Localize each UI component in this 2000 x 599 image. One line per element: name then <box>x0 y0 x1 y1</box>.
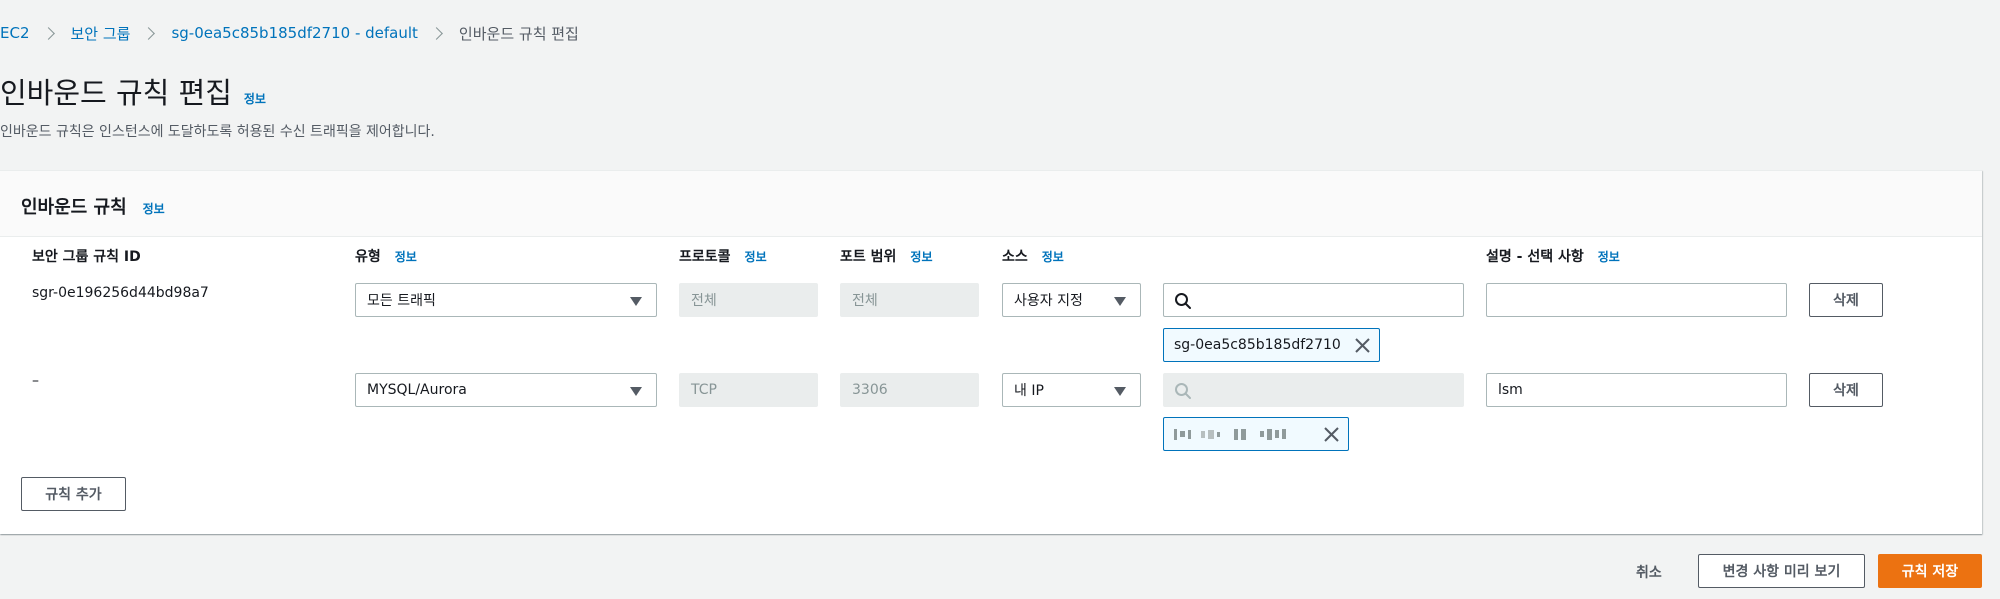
caret-down-icon <box>630 297 642 306</box>
search-icon <box>1175 293 1191 309</box>
panel-title: 인바운드 규칙 <box>21 197 127 218</box>
column-header-rule-id: 보안 그룹 규칙 ID <box>32 246 141 266</box>
source-type-value: 사용자 지정 <box>1014 293 1083 309</box>
column-header-source: 소스 정보 <box>1002 246 1064 266</box>
port-range-field: 3306 <box>840 373 979 407</box>
description-input[interactable]: lsm <box>1486 373 1787 407</box>
page-description: 인바운드 규칙은 인스턴스에 도달하도록 허용된 수신 트래픽을 제어합니다. <box>0 124 435 140</box>
source-token: sg-0ea5c85b185df2710 <box>1163 328 1380 362</box>
type-select[interactable]: 모든 트래픽 <box>355 283 657 317</box>
caret-down-icon <box>1114 297 1126 306</box>
add-rule-button[interactable]: 규칙 추가 <box>21 477 126 511</box>
redacted-ip-label <box>1174 428 1286 440</box>
column-header-type: 유형 정보 <box>355 246 417 266</box>
preview-changes-button[interactable]: 변경 사항 미리 보기 <box>1698 554 1865 588</box>
column-label: 포트 범위 <box>840 249 897 265</box>
column-header-protocol: 프로토콜 정보 <box>679 246 767 266</box>
column-header-description: 설명 - 선택 사항 정보 <box>1486 246 1620 266</box>
chevron-right-icon <box>430 26 443 40</box>
rule-id: – <box>32 373 39 389</box>
source-type-value: 내 IP <box>1014 383 1044 399</box>
panel-title-row: 인바운드 규칙 정보 <box>21 193 165 219</box>
inbound-rules-panel: 인바운드 규칙 정보 보안 그룹 규칙 ID 유형 정보 프로토콜 정보 포트 … <box>0 170 1982 534</box>
source-token <box>1163 417 1349 451</box>
breadcrumb-ec2[interactable]: EC2 <box>0 24 30 42</box>
save-rules-button[interactable]: 규칙 저장 <box>1878 554 1982 588</box>
source-token-label: sg-0ea5c85b185df2710 <box>1174 337 1341 353</box>
column-label: 프로토콜 <box>679 249 731 265</box>
delete-rule-button[interactable]: 삭제 <box>1809 283 1883 317</box>
source-search-input[interactable] <box>1163 283 1464 317</box>
description-input[interactable] <box>1486 283 1787 317</box>
cancel-button[interactable]: 취소 <box>1636 562 1662 582</box>
source-type-select[interactable]: 내 IP <box>1002 373 1141 407</box>
panel-info-link[interactable]: 정보 <box>143 200 165 217</box>
caret-down-icon <box>1114 387 1126 396</box>
breadcrumb-security-group[interactable]: sg-0ea5c85b185df2710 - default <box>171 24 417 42</box>
close-icon[interactable] <box>1354 337 1371 354</box>
protocol-info-link[interactable]: 정보 <box>745 248 767 265</box>
breadcrumb-current: 인바운드 규칙 편집 <box>458 24 579 43</box>
column-label: 소스 <box>1002 249 1028 265</box>
page-info-link[interactable]: 정보 <box>244 90 266 107</box>
page-title-row: 인바운드 규칙 편집 정보 <box>0 70 266 112</box>
type-select[interactable]: MYSQL/Aurora <box>355 373 657 407</box>
column-label: 보안 그룹 규칙 ID <box>32 249 141 265</box>
column-label: 설명 - 선택 사항 <box>1486 249 1584 265</box>
caret-down-icon <box>630 387 642 396</box>
description-info-link[interactable]: 정보 <box>1598 248 1620 265</box>
close-icon[interactable] <box>1323 426 1340 443</box>
type-info-link[interactable]: 정보 <box>395 248 417 265</box>
protocol-field: TCP <box>679 373 818 407</box>
source-search-input <box>1163 373 1464 407</box>
rule-id: sgr-0e196256d44bd98a7 <box>32 285 209 301</box>
search-icon <box>1175 383 1191 399</box>
source-info-link[interactable]: 정보 <box>1042 248 1064 265</box>
type-select-value: 모든 트래픽 <box>367 293 436 309</box>
breadcrumb: EC2 보안 그룹 sg-0ea5c85b185df2710 - default… <box>0 22 579 44</box>
panel-header: 인바운드 규칙 정보 <box>0 171 1982 237</box>
port-range-field: 전체 <box>840 283 979 317</box>
page-title: 인바운드 규칙 편집 <box>0 76 232 110</box>
column-label: 유형 <box>355 249 381 265</box>
port-info-link[interactable]: 정보 <box>910 248 932 265</box>
chevron-right-icon <box>41 26 55 40</box>
chevron-right-icon <box>142 26 156 40</box>
delete-rule-button[interactable]: 삭제 <box>1809 373 1883 407</box>
source-type-select[interactable]: 사용자 지정 <box>1002 283 1141 317</box>
protocol-field: 전체 <box>679 283 818 317</box>
breadcrumb-security-groups[interactable]: 보안 그룹 <box>71 23 131 44</box>
type-select-value: MYSQL/Aurora <box>367 382 467 398</box>
column-header-port: 포트 범위 정보 <box>840 246 933 266</box>
